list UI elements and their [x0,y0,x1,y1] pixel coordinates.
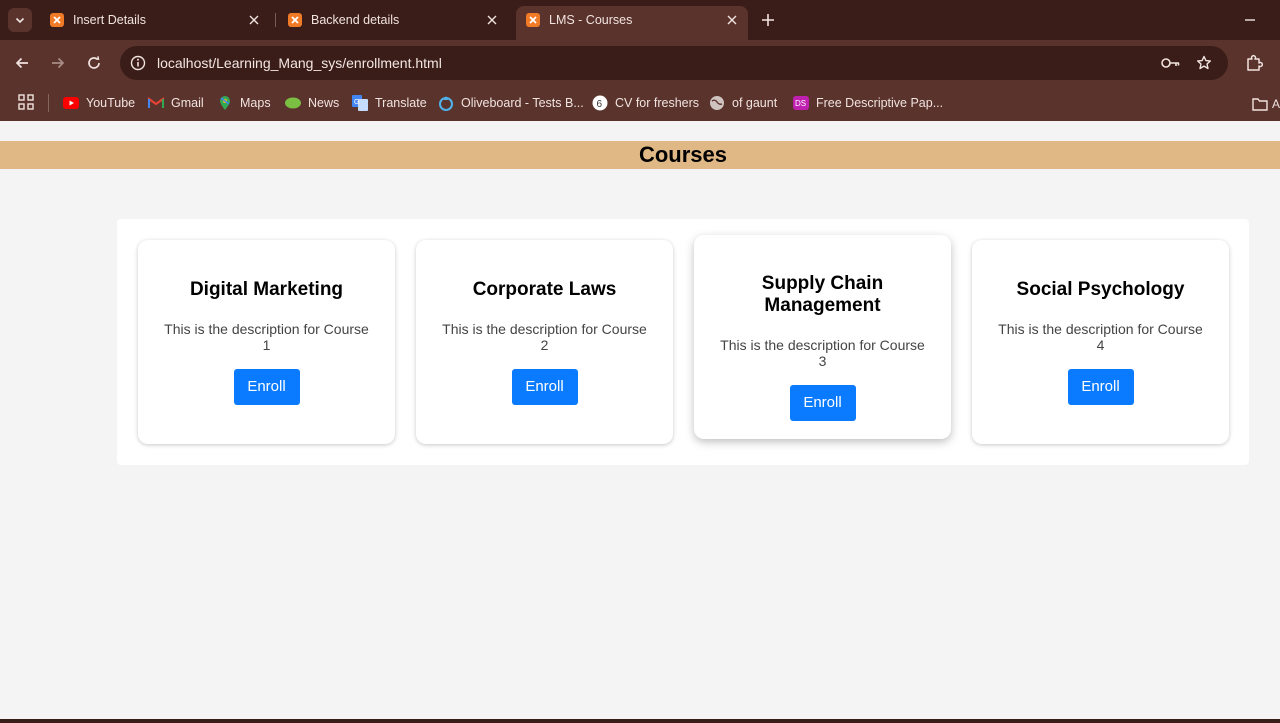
forward-button[interactable] [47,52,69,74]
gmail-icon [148,95,164,111]
extensions-button[interactable] [1243,52,1265,74]
course-card: Social Psychology This is the descriptio… [972,240,1229,444]
address-bar[interactable]: localhost/Learning_Mang_sys/enrollment.h… [120,46,1228,80]
bookmark-label: Maps [240,96,271,110]
courses-container: Digital Marketing This is the descriptio… [117,219,1249,465]
tab-search-button[interactable] [8,8,32,32]
tab-backend-details[interactable]: Backend details [278,6,508,34]
bookmark-free-descriptive[interactable]: DS Free Descriptive Pap... [793,91,943,115]
reload-icon [88,56,100,69]
bookmark-youtube[interactable]: YouTube [63,91,135,115]
enroll-button[interactable]: Enroll [233,369,300,405]
password-key-icon[interactable] [1160,53,1182,73]
arrow-right-icon [52,57,65,69]
oliveboard-icon [438,95,454,111]
enroll-button[interactable]: Enroll [1067,369,1134,405]
bookmark-label: Translate [375,96,427,110]
bookmark-label: of gaunt [732,96,778,110]
course-title: Supply Chain Management [761,273,884,316]
minimize-icon [1245,19,1255,21]
svg-text:DS: DS [795,99,806,108]
puzzle-icon [1247,54,1263,71]
tab-title: Backend details [311,13,400,27]
xampp-icon [526,13,540,27]
window-bottom-border [0,719,1280,723]
tab-lms-courses[interactable]: LMS - Courses [516,6,748,40]
bookmark-oliveboard[interactable]: Oliveboard - Tests B... [438,91,584,115]
news-icon [285,95,301,111]
youtube-icon [63,95,79,111]
tab-separator [275,13,276,27]
site-info-icon[interactable] [128,53,148,73]
svg-text:6: 6 [597,99,603,110]
course-description: This is the description for Course 3 [720,337,925,369]
bookmark-label: YouTube [86,96,136,110]
course-description: This is the description for Course 2 [442,321,647,353]
tab-title: LMS - Courses [549,13,633,27]
bookmark-maps[interactable]: Maps [217,91,271,115]
page-content: Courses Digital Marketing This is the de… [0,121,1280,719]
descriptive-icon: DS [793,95,809,111]
course-card: Corporate Laws This is the description f… [416,240,673,444]
minimize-button[interactable] [1240,10,1260,30]
url-text[interactable]: localhost/Learning_Mang_sys/enrollment.h… [157,55,442,71]
back-button[interactable] [11,52,33,74]
cv-icon: 6 [592,95,608,111]
apps-grid-icon[interactable] [17,93,35,111]
close-tab-icon[interactable] [484,12,500,28]
bookmark-star-icon[interactable] [1193,53,1215,73]
new-tab-button[interactable] [758,10,778,30]
bookmarks-bar: YouTube Gmail Maps News G Translate Oliv… [0,86,1280,121]
course-description: This is the description for Course 4 [998,321,1203,353]
translate-icon: G [352,95,368,111]
course-title: Digital Marketing [189,279,344,300]
enroll-button[interactable]: Enroll [789,385,856,421]
folder-icon [1252,98,1268,111]
bookmark-of-gaunt[interactable]: of gaunt [709,91,777,115]
bookmark-cv-for-freshers[interactable]: 6 CV for freshers [592,91,699,115]
tab-title: Insert Details [73,13,146,27]
bookmark-gmail[interactable]: Gmail [148,91,204,115]
bookmark-translate[interactable]: G Translate [352,91,427,115]
close-tab-icon[interactable] [246,12,262,28]
bookmark-label: CV for freshers [615,96,700,110]
bookmark-news[interactable]: News [285,91,339,115]
svg-text:G: G [354,99,359,106]
enroll-button[interactable]: Enroll [511,369,578,405]
arrow-left-icon [15,57,28,69]
globe-icon [709,95,725,111]
xampp-icon [288,13,302,27]
bookmarks-divider [48,94,49,112]
bookmark-label: Gmail [171,96,204,110]
plus-icon [762,14,774,26]
course-title: Corporate Laws [472,279,617,300]
bookmark-label: Oliveboard - Tests B... [461,96,584,110]
bookmark-label: Free Descriptive Pap... [816,96,944,110]
xampp-icon [50,13,64,27]
tab-strip: Insert Details Backend details LMS - Cou… [0,0,1280,40]
page-title: Courses [638,142,728,167]
bookmark-folder-label: A [1271,97,1280,111]
courses-banner: Courses [0,141,1280,169]
close-tab-icon[interactable] [724,12,740,28]
tab-insert-details[interactable]: Insert Details [40,6,270,34]
maps-icon [217,95,233,111]
course-card: Supply Chain Management This is the desc… [694,235,951,439]
browser-toolbar: localhost/Learning_Mang_sys/enrollment.h… [0,40,1280,86]
course-title: Social Psychology [1016,279,1185,300]
bookmark-folder[interactable]: A [1252,96,1280,112]
course-description: This is the description for Course 1 [164,321,369,353]
bookmark-label: News [308,96,340,110]
course-card: Digital Marketing This is the descriptio… [138,240,395,444]
chevron-down-icon [15,17,25,24]
reload-button[interactable] [83,52,105,74]
